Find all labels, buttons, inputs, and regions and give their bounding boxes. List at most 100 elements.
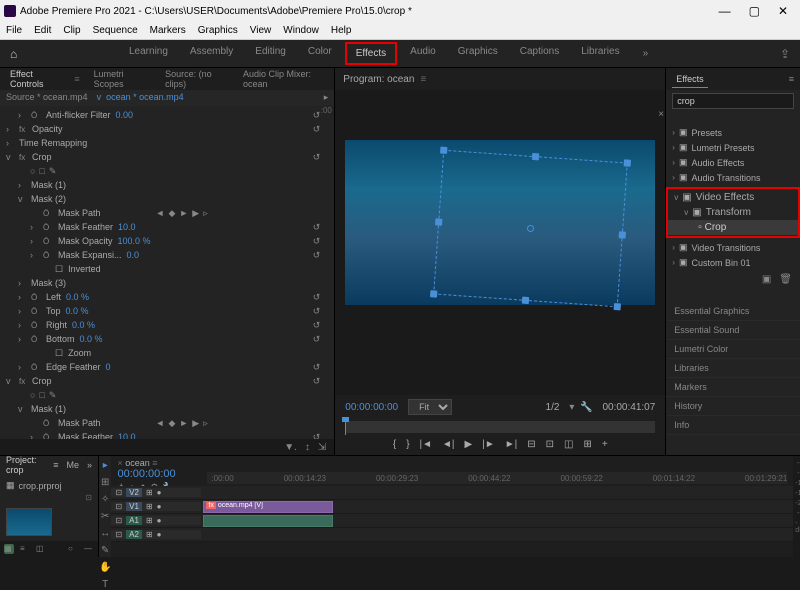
reset-icon[interactable]: ↺ [313, 376, 329, 387]
export-icon[interactable]: ⇪ [780, 47, 790, 61]
folder-audio-transitions[interactable]: ›▣Audio Transitions [666, 170, 800, 185]
panel-history[interactable]: History [666, 397, 800, 416]
workspace-graphics[interactable]: Graphics [449, 42, 507, 65]
timeline-ruler[interactable]: :00:0000:00:14:2300:00:29:2300:00:44:220… [207, 472, 787, 484]
filter-icon[interactable]: ▼. [284, 442, 297, 453]
folder-video-effects[interactable]: Video Effects [696, 192, 755, 203]
workspace-libraries[interactable]: Libraries [572, 42, 628, 65]
stopwatch-icon[interactable]: Ö [43, 433, 53, 440]
tab-audio-clip-mixer-ocean[interactable]: Audio Clip Mixer: ocean [239, 66, 328, 92]
track-header-v1[interactable]: ⊡V1⊞● [111, 502, 201, 511]
stopwatch-icon[interactable]: Ö [31, 363, 41, 372]
toggle-icon[interactable]: › [30, 222, 38, 232]
ellipse-mask-icon[interactable]: ○ [30, 166, 35, 176]
mark-in-icon[interactable]: { [393, 439, 396, 450]
toggle-icon[interactable]: › [18, 292, 26, 302]
stopwatch-icon[interactable]: Ö [31, 111, 41, 120]
toggle-icon[interactable]: › [30, 432, 38, 439]
workspace-assembly[interactable]: Assembly [181, 42, 242, 65]
panel-essential-graphics[interactable]: Essential Graphics [666, 302, 800, 321]
effects-search-input[interactable] [672, 93, 794, 109]
minimize-button[interactable]: — [719, 4, 731, 18]
crop-handle[interactable] [619, 231, 626, 238]
next-kf-icon[interactable]: ► [179, 208, 188, 219]
folder-presets[interactable]: ›▣Presets [666, 125, 800, 140]
crop-handle[interactable] [532, 153, 539, 160]
share-icon[interactable]: ⇲ [318, 442, 326, 453]
mark-out-icon[interactable]: } [406, 439, 409, 450]
property-value[interactable]: 100.0 % [118, 236, 158, 246]
slip-tool-icon[interactable]: ↔ [100, 528, 110, 539]
stopwatch-icon[interactable]: Ö [43, 237, 53, 246]
reset-icon[interactable]: ↺ [313, 292, 329, 303]
clip-thumbnail[interactable] [6, 508, 52, 536]
timeline-timecode[interactable]: 00:00:00:00 [117, 468, 201, 480]
close-button[interactable]: ✕ [778, 4, 788, 18]
stopwatch-icon[interactable]: Ö [43, 209, 53, 218]
menu-view[interactable]: View [250, 25, 272, 36]
property-value[interactable]: 10.0 [118, 432, 158, 439]
panel-menu-icon[interactable]: ≡ [420, 74, 426, 85]
crop-handle[interactable] [614, 303, 621, 310]
add-kf-icon[interactable]: ◆ [168, 208, 175, 219]
reset-icon[interactable]: ↺ [313, 250, 329, 261]
property-value[interactable]: 0.0 % [66, 292, 106, 302]
toggle-icon[interactable]: v [18, 404, 26, 414]
prev-kf-icon[interactable]: ◄ [156, 418, 165, 429]
step-back-icon[interactable]: ◄| [442, 439, 455, 450]
crop-center[interactable] [527, 224, 534, 231]
type-tool-icon[interactable]: T [102, 579, 108, 590]
crop-handle[interactable] [430, 290, 437, 297]
menu-markers[interactable]: Markers [150, 25, 186, 36]
menu-help[interactable]: Help [331, 25, 352, 36]
stopwatch-icon[interactable]: Ö [43, 251, 53, 260]
stopwatch-icon[interactable]: Ö [43, 223, 53, 232]
export-frame-icon[interactable]: ◫ [564, 439, 573, 450]
workspace-overflow-icon[interactable]: » [643, 48, 649, 59]
program-monitor[interactable] [335, 90, 665, 395]
toggle-icon[interactable]: › [18, 278, 26, 288]
tab-project[interactable]: Project: crop [6, 455, 45, 475]
pen-mask-icon[interactable]: ✎ [49, 390, 57, 401]
track-header-a1[interactable]: ⊡A1⊞● [111, 516, 201, 525]
zoom-select[interactable]: Fit [408, 399, 452, 415]
next-kf-icon[interactable]: ► [179, 418, 188, 429]
toggle-icon[interactable]: › [6, 124, 14, 134]
property-value[interactable]: 0.0 % [80, 334, 120, 344]
track-content[interactable] [201, 486, 793, 499]
crop-handle[interactable] [522, 297, 529, 304]
freeform-view-icon[interactable]: ◫ [36, 544, 46, 554]
workspace-color[interactable]: Color [299, 42, 341, 65]
property-value[interactable]: 0 [106, 362, 146, 372]
crop-handle[interactable] [435, 218, 442, 225]
menu-edit[interactable]: Edit [34, 25, 51, 36]
effect-controls-body[interactable]: :00 ›ÖAnti-flicker Filter0.00↺›fxOpacity… [0, 106, 334, 439]
sequence-name[interactable]: ocean [125, 458, 150, 468]
timeline-clip[interactable] [203, 515, 333, 527]
go-to-out-icon[interactable]: ►| [505, 439, 518, 450]
extract-icon[interactable]: ⊡ [546, 439, 554, 450]
property-value[interactable]: 0.0 [127, 250, 167, 260]
toggle-icon[interactable]: › [6, 138, 14, 148]
clear-search-icon[interactable]: × [658, 109, 664, 120]
stopwatch-icon[interactable]: Ö [43, 419, 53, 428]
menu-sequence[interactable]: Sequence [93, 25, 138, 36]
checkbox[interactable]: ☐ [55, 264, 63, 275]
track-select-icon[interactable]: ⊞ [101, 477, 109, 488]
menu-window[interactable]: Window [283, 25, 319, 36]
maximize-button[interactable]: ▢ [749, 4, 760, 18]
reset-icon[interactable]: ↺ [313, 306, 329, 317]
razor-tool-icon[interactable]: ✂ [101, 511, 109, 522]
workspace-effects[interactable]: Effects [345, 42, 397, 65]
play-icon[interactable]: ▶ [465, 439, 473, 450]
workspace-audio[interactable]: Audio [401, 42, 445, 65]
track-header-a2[interactable]: ⊡A2⊞● [111, 530, 201, 539]
panel-essential-sound[interactable]: Essential Sound [666, 321, 800, 340]
selection-tool-icon[interactable]: ▸ [103, 460, 108, 471]
ellipse-mask-icon[interactable]: ○ [30, 390, 35, 400]
panel-menu-icon[interactable]: ≡ [789, 74, 794, 84]
track-header-v2[interactable]: ⊡V2⊞● [111, 488, 201, 497]
property-value[interactable]: 0.00 [116, 110, 156, 120]
new-bin-icon[interactable]: ▣ [762, 274, 771, 286]
program-scrubber[interactable] [345, 421, 655, 433]
